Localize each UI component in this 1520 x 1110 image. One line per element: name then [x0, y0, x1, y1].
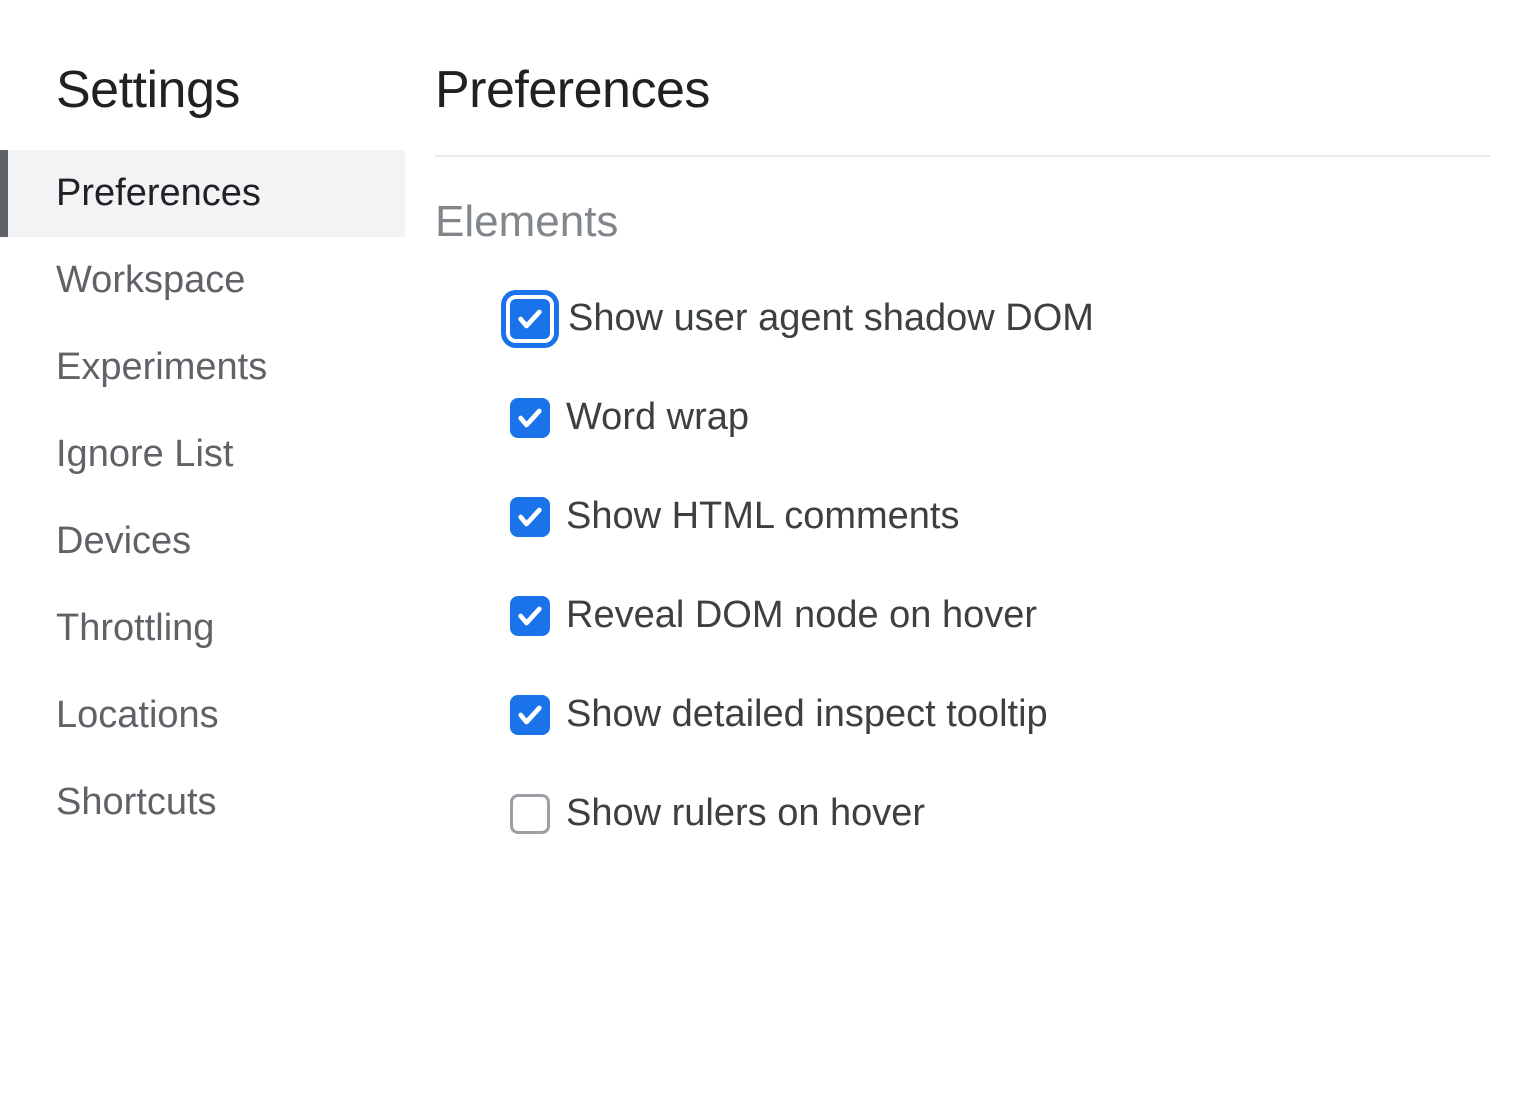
option-word-wrap[interactable]: Word wrap [510, 396, 1490, 439]
sidebar-item-workspace[interactable]: Workspace [0, 237, 405, 324]
sidebar-item-locations[interactable]: Locations [0, 672, 405, 759]
checkbox-icon[interactable] [510, 695, 550, 735]
option-label: Show detailed inspect tooltip [566, 693, 1048, 736]
sidebar-title: Settings [0, 60, 405, 150]
sidebar-item-throttling[interactable]: Throttling [0, 585, 405, 672]
sidebar-item-label: Locations [56, 694, 219, 736]
checkbox-icon[interactable] [510, 794, 550, 834]
option-label: Reveal DOM node on hover [566, 594, 1037, 637]
option-show-html-comments[interactable]: Show HTML comments [510, 495, 1490, 538]
main-content: Preferences Elements Show user agent sha… [405, 0, 1520, 1110]
sidebar-item-label: Shortcuts [56, 781, 217, 823]
sidebar-item-shortcuts[interactable]: Shortcuts [0, 759, 405, 846]
option-show-detailed-inspect-tooltip[interactable]: Show detailed inspect tooltip [510, 693, 1490, 736]
sidebar-item-ignore-list[interactable]: Ignore List [0, 411, 405, 498]
option-label: Show HTML comments [566, 495, 959, 538]
option-label: Word wrap [566, 396, 749, 439]
sidebar-item-label: Devices [56, 520, 191, 562]
divider [435, 155, 1490, 157]
option-label: Show rulers on hover [566, 792, 925, 835]
sidebar-item-devices[interactable]: Devices [0, 498, 405, 585]
checkbox-icon[interactable] [510, 497, 550, 537]
options-list: Show user agent shadow DOM Word wrap Sho… [435, 297, 1490, 835]
sidebar-item-label: Throttling [56, 607, 214, 649]
sidebar-item-label: Preferences [56, 172, 261, 214]
option-show-user-agent-shadow-dom[interactable]: Show user agent shadow DOM [510, 297, 1490, 340]
checkbox-icon[interactable] [510, 299, 550, 339]
sidebar-item-label: Workspace [56, 259, 245, 301]
sidebar-item-preferences[interactable]: Preferences [0, 150, 405, 237]
option-show-rulers-on-hover[interactable]: Show rulers on hover [510, 792, 1490, 835]
option-reveal-dom-node-on-hover[interactable]: Reveal DOM node on hover [510, 594, 1490, 637]
section-title-elements: Elements [435, 197, 1490, 247]
sidebar-item-experiments[interactable]: Experiments [0, 324, 405, 411]
page-title: Preferences [435, 60, 1490, 155]
sidebar-item-label: Experiments [56, 346, 267, 388]
sidebar-item-label: Ignore List [56, 433, 233, 475]
option-label: Show user agent shadow DOM [568, 297, 1094, 340]
sidebar: Settings Preferences Workspace Experimen… [0, 0, 405, 1110]
checkbox-icon[interactable] [510, 596, 550, 636]
checkbox-icon[interactable] [510, 398, 550, 438]
